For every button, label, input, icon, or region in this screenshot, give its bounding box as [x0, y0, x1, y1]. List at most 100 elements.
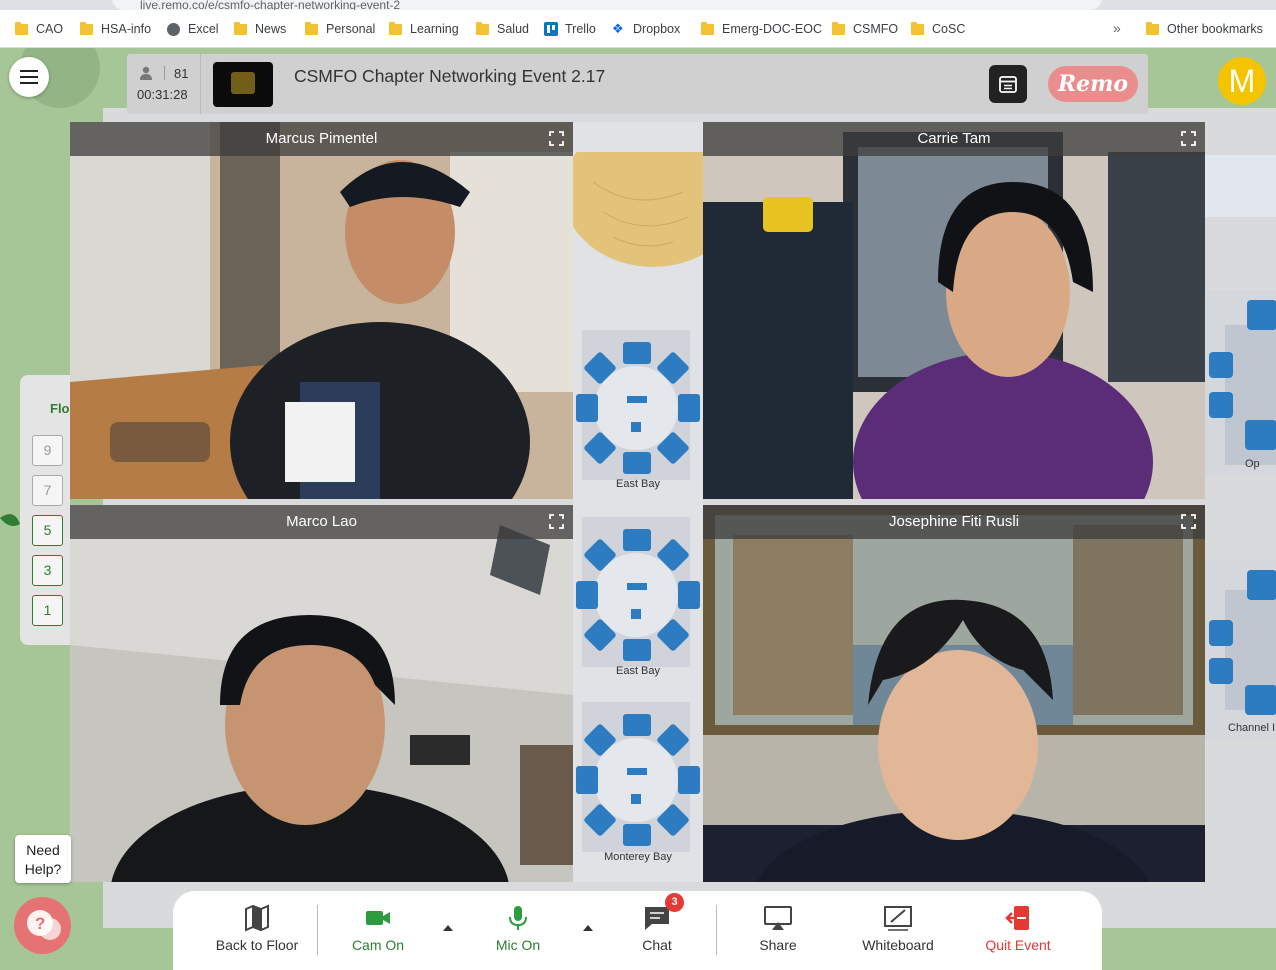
bookmark-emerg-doc-eoc[interactable]: Emerg-DOC-EOC: [701, 21, 822, 37]
table-seats-icon: [576, 714, 700, 846]
folder-icon: [911, 21, 924, 35]
map-icon: [245, 904, 269, 932]
chat-unread-badge: 3: [665, 893, 684, 912]
attendee-count: 81: [174, 66, 189, 81]
participant-name: Josephine Fiti Rusli: [888, 513, 1020, 530]
user-avatar[interactable]: M: [1218, 57, 1266, 105]
mic-label: Mic On: [495, 937, 541, 953]
bookmark-trello[interactable]: Trello: [544, 21, 596, 37]
room-right-middle[interactable]: Op: [1205, 290, 1276, 475]
table-label-east-bay-1: East Bay: [615, 478, 661, 490]
floor-button-9[interactable]: 9: [32, 435, 63, 466]
tile-header: Josephine Fiti Rusli: [703, 505, 1205, 539]
bookmark-hsa-info[interactable]: HSA-info: [80, 21, 151, 37]
folder-icon: [305, 21, 318, 35]
video-feed: [703, 505, 1205, 882]
bookmark-csmfo[interactable]: CSMFO: [832, 21, 898, 37]
bookmark-other[interactable]: Other bookmarks: [1146, 21, 1263, 37]
room-right-top: [1205, 155, 1276, 217]
dropbox-icon: ❖: [612, 21, 624, 36]
meeting-toolbar: Back to Floor Cam On Mic On Chat Share W…: [173, 891, 1102, 970]
mic-options-caret-icon[interactable]: [583, 925, 593, 931]
quit-event-button[interactable]: Quit Event: [968, 891, 1068, 970]
video-tile-josephine-fiti-rusli[interactable]: Josephine Fiti Rusli: [703, 505, 1205, 882]
participant-name: Marcus Pimentel: [265, 130, 378, 147]
floor-picker: Flo 9 7 5 3 1: [20, 375, 70, 645]
address-bar[interactable]: live.remo.co/e/csmfo-chapter-networking-…: [112, 0, 1102, 12]
need-help-tooltip: Need Help?: [15, 835, 71, 883]
bookmark-personal[interactable]: Personal: [305, 21, 375, 37]
chat-button[interactable]: Chat: [617, 891, 697, 970]
video-tile-carrie-tam[interactable]: Carrie Tam: [703, 122, 1205, 499]
chat-label: Chat: [642, 937, 672, 953]
fullscreen-icon[interactable]: [549, 514, 564, 529]
folder-icon: [701, 21, 714, 35]
bookmark-salud[interactable]: Salud: [476, 21, 529, 37]
bookmark-dropbox[interactable]: ❖ Dropbox: [612, 21, 680, 37]
calendar-icon: [999, 76, 1017, 93]
share-label: Share: [759, 937, 797, 953]
cam-label: Cam On: [351, 937, 405, 953]
share-button[interactable]: Share: [738, 891, 818, 970]
table-label-monterey-bay: Monterey Bay: [604, 851, 672, 863]
event-header-bar: 81 00:31:28 CSMFO Chapter Networking Eve…: [127, 54, 1148, 114]
bookmarks-overflow-icon[interactable]: »: [1113, 20, 1121, 36]
event-logo: [213, 62, 273, 107]
video-feed: [703, 122, 1205, 499]
table-seats-icon: [576, 529, 700, 661]
floor-button-7[interactable]: 7: [32, 475, 63, 506]
whiteboard-icon: [884, 906, 912, 931]
bookmark-learning[interactable]: Learning: [389, 21, 459, 37]
microphone-icon: [509, 906, 527, 930]
fullscreen-icon[interactable]: [1181, 131, 1196, 146]
bookmark-news[interactable]: News: [234, 21, 286, 37]
video-tile-marcus-pimentel[interactable]: Marcus Pimentel: [70, 122, 573, 499]
bookmark-excel[interactable]: Excel: [167, 21, 219, 37]
event-title: CSMFO Chapter Networking Event 2.17: [294, 66, 606, 86]
whiteboard-label: Whiteboard: [862, 937, 934, 953]
video-tile-marco-lao[interactable]: Marco Lao: [70, 505, 573, 882]
floor-button-1[interactable]: 1: [32, 595, 63, 626]
table-seats-icon: [576, 342, 700, 474]
calendar-button[interactable]: [989, 65, 1027, 103]
table-label-east-bay-2: East Bay: [615, 665, 661, 677]
floor-button-3[interactable]: 3: [32, 555, 63, 586]
folder-icon: [389, 21, 402, 35]
table-seats-right-bottom: [1209, 570, 1276, 715]
table-room-east-bay-1[interactable]: [576, 330, 700, 480]
back-to-floor-button[interactable]: Back to Floor: [203, 891, 311, 970]
tile-header: Carrie Tam: [703, 122, 1205, 156]
toolbar-divider: [716, 905, 717, 955]
table-room-monterey-bay[interactable]: [576, 702, 700, 852]
table-room-east-bay-2[interactable]: [576, 517, 700, 667]
mic-toggle-button[interactable]: Mic On: [473, 891, 563, 970]
menu-button[interactable]: [9, 57, 49, 97]
participant-name: Carrie Tam: [917, 130, 991, 147]
screen-share-icon: [764, 906, 792, 930]
tile-header: Marcus Pimentel: [70, 122, 573, 156]
attendee-counter[interactable]: 81 00:31:28: [127, 54, 201, 114]
globe-icon: [167, 22, 180, 36]
exit-icon: [1005, 906, 1029, 930]
bookmark-cao[interactable]: CAO: [15, 21, 63, 37]
cam-options-caret-icon[interactable]: [443, 925, 453, 931]
room-right-bottom[interactable]: Channel I: [1205, 560, 1276, 740]
folder-icon: [1146, 21, 1159, 35]
bookmarks-bar: CAO HSA-info Excel News Personal Learnin…: [0, 10, 1276, 48]
bookmark-cosc[interactable]: CoSC: [911, 21, 965, 37]
fullscreen-icon[interactable]: [1181, 514, 1196, 529]
help-button[interactable]: ?: [14, 897, 71, 954]
floor-picker-label: Flo: [50, 401, 70, 416]
cam-toggle-button[interactable]: Cam On: [333, 891, 423, 970]
floor-button-5[interactable]: 5: [32, 515, 63, 546]
event-timer: 00:31:28: [137, 87, 188, 102]
person-icon: [140, 66, 152, 80]
svg-text:?: ?: [35, 914, 45, 933]
folder-icon: [15, 21, 28, 35]
table-seats-right: [1209, 300, 1276, 465]
room-label-channel: Channel I: [1228, 722, 1276, 734]
fullscreen-icon[interactable]: [549, 131, 564, 146]
back-to-floor-label: Back to Floor: [215, 937, 299, 953]
whiteboard-button[interactable]: Whiteboard: [848, 891, 948, 970]
counter-divider: [164, 66, 165, 80]
